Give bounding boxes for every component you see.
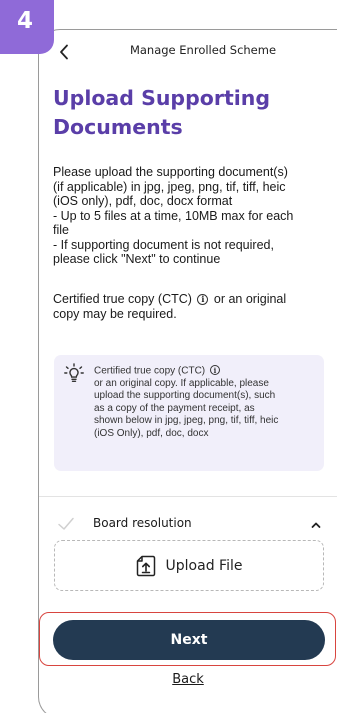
accordion-label: Board resolution <box>93 516 192 530</box>
lightbulb-icon <box>64 363 84 382</box>
upload-file-icon <box>136 555 155 576</box>
info-icon[interactable]: i <box>197 293 209 305</box>
back-chevron-icon[interactable] <box>53 41 75 63</box>
upload-file-button[interactable]: Upload File <box>54 540 324 591</box>
ctc-info-text: Certified true copy (CTC) i or an origin… <box>94 365 279 439</box>
phone-screen: Manage Enrolled Scheme Upload Supporting… <box>38 29 337 713</box>
checkmark-icon <box>58 517 74 530</box>
chevron-up-icon[interactable] <box>309 518 323 532</box>
app-header: Manage Enrolled Scheme <box>39 30 337 74</box>
upload-file-label: Upload File <box>165 557 243 574</box>
upload-instructions: Please upload the supporting document(s)… <box>53 165 294 266</box>
page-title: Upload Supporting Documents <box>53 86 271 139</box>
info-icon[interactable]: i <box>209 365 220 375</box>
ctc-notice: Certified true copy (CTC) i or an origin… <box>53 292 287 321</box>
back-link[interactable]: Back <box>39 672 337 687</box>
step-number-badge: 4 <box>0 0 54 54</box>
header-title: Manage Enrolled Scheme <box>129 43 277 57</box>
ctc-info-box: Certified true copy (CTC) i or an origin… <box>54 355 324 471</box>
next-button-highlight <box>39 612 336 666</box>
